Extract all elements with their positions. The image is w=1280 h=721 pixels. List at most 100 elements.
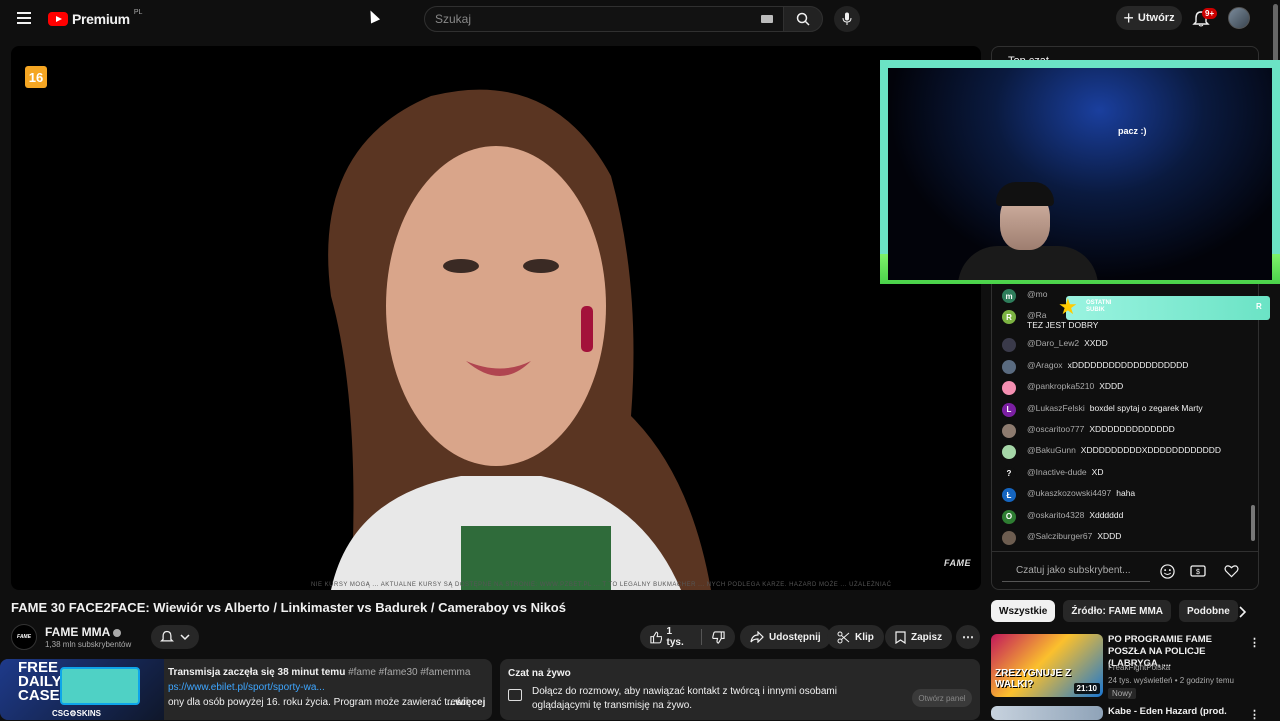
chat-avatar[interactable]	[1002, 338, 1016, 353]
case-box-image	[60, 667, 140, 705]
thumbs-up-icon	[650, 631, 663, 643]
chat-author[interactable]: @Salcziburger67	[1027, 531, 1092, 541]
more-options-icon[interactable]: ⋮	[1249, 708, 1260, 721]
chat-avatar[interactable]: R	[1002, 310, 1016, 325]
chat-avatar[interactable]: m	[1002, 289, 1016, 303]
chevron-down-icon	[180, 634, 190, 641]
chat-message-body: @pankropka5210 XDDD	[1027, 381, 1123, 391]
chat-avatar[interactable]	[1002, 381, 1016, 396]
chip-similar[interactable]: Podobne	[1179, 600, 1238, 622]
sponsor-thumbnail[interactable]: FREE DAILY CASE CSG⚙SKINS	[0, 659, 164, 720]
chat-author[interactable]: @BakuGunn	[1027, 445, 1076, 455]
more-options-icon[interactable]: ⋮	[1249, 636, 1260, 649]
streamer-webcam-overlay: pacz :)	[880, 60, 1280, 284]
chat-author[interactable]: @Ra	[1027, 310, 1047, 320]
video-title: FAME 30 FACE2FACE: Wiewiór vs Alberto / …	[11, 600, 566, 615]
related-meta: 24 tys. wyświetleń • 2 godziny temu	[1108, 676, 1234, 685]
description-box[interactable]: FREE DAILY CASE CSG⚙SKINS Transmisja zaczę…	[0, 659, 492, 720]
save-button[interactable]: Zapisz	[885, 625, 953, 649]
search-box[interactable]	[424, 6, 784, 32]
chat-avatar[interactable]	[1002, 423, 1016, 438]
chip-source[interactable]: Źródło: FAME MMA	[1063, 600, 1172, 622]
chat-message: @oscaritoo777 XDDDDDDDDDDDDD	[1002, 423, 1250, 445]
dislike-button[interactable]	[702, 625, 735, 649]
create-label: Utwórz	[1137, 12, 1175, 24]
chat-message: @Daro_Lew2 XXDD	[1002, 338, 1250, 359]
keyboard-icon[interactable]	[761, 15, 773, 23]
chat-avatar[interactable]: ?	[1002, 466, 1016, 481]
like-stream-button[interactable]	[1222, 562, 1240, 580]
chat-author[interactable]: @Daro_Lew2	[1027, 338, 1079, 348]
hashtags[interactable]: #fame #fame30 #famemma	[348, 667, 470, 678]
youtube-premium-logo[interactable]: Premium PL	[48, 9, 142, 29]
chat-scroll-thumb[interactable]	[1251, 505, 1255, 541]
money-icon: $	[1190, 565, 1206, 577]
chat-author[interactable]: @LukaszFelski	[1027, 403, 1085, 413]
related-thumbnail[interactable]	[991, 706, 1103, 720]
chat-author[interactable]: @Inactive-dude	[1027, 467, 1087, 477]
chat-author[interactable]: @oskarito4328	[1027, 510, 1084, 520]
notifications-badge: 9+	[1202, 8, 1218, 19]
save-label: Zapisz	[911, 631, 943, 643]
chat-avatar[interactable]: L	[1002, 402, 1016, 417]
chat-scrollbar[interactable]	[1251, 287, 1255, 551]
search-input[interactable]	[435, 12, 735, 26]
channel-name-row[interactable]: FAME MMA	[45, 625, 122, 639]
chat-message-body: @Salcziburger67 XDDD	[1027, 531, 1121, 541]
chat-avatar[interactable]	[1002, 530, 1016, 545]
chat-author[interactable]: @oscaritoo777	[1027, 424, 1084, 434]
chat-input[interactable]	[1002, 560, 1150, 582]
related-video-item[interactable]: ZREZYGNUJE Z WALKI? 21:10 PO PROGRAMIE F…	[991, 634, 1263, 704]
super-chat-button[interactable]: $	[1189, 562, 1207, 580]
mouse-cursor-icon	[365, 8, 381, 24]
more-icon: ⋯	[962, 630, 974, 644]
subscription-notification-button[interactable]	[151, 625, 199, 649]
chat-text: xDDDDDDDDDDDDDDDDDDD	[1067, 359, 1189, 370]
chip-all[interactable]: Wszystkie	[991, 600, 1056, 622]
chips-next-button[interactable]	[1234, 604, 1250, 620]
related-video-item[interactable]: Kabe - Eden Hazard (prod. ⋮	[991, 706, 1263, 721]
microphone-icon	[842, 12, 852, 25]
svg-text:$: $	[1196, 569, 1200, 576]
age-rating-badge: 16	[25, 66, 47, 88]
ticket-link[interactable]: ps://www.ebilet.pl/sport/sporty-wa...	[168, 682, 325, 693]
channel-name[interactable]: FAME MMA	[45, 625, 110, 639]
chat-message-body: @BakuGunn XDDDDDDDDDXDDDDDDDDDDDD	[1027, 445, 1221, 455]
share-button[interactable]: Udostępnij	[740, 625, 831, 649]
related-thumbnail[interactable]: ZREZYGNUJE Z WALKI? 21:10	[991, 634, 1103, 697]
like-button[interactable]: 1 tys.	[640, 625, 701, 649]
search-icon	[796, 12, 810, 26]
related-title[interactable]: Kabe - Eden Hazard (prod.	[1108, 706, 1238, 718]
voice-search-button[interactable]	[834, 6, 860, 32]
channel-avatar[interactable]: FAME	[11, 624, 37, 650]
alert-name: R	[1256, 302, 1262, 311]
create-button[interactable]: + Utwórz	[1116, 6, 1182, 30]
chat-message: @pankropka5210 XDDD	[1002, 381, 1250, 402]
search-button[interactable]	[783, 6, 823, 32]
related-channel[interactable]: FreakFightPolska	[1108, 663, 1170, 672]
open-panel-button[interactable]: Otwórz panel	[912, 689, 972, 707]
chat-avatar[interactable]	[1002, 445, 1016, 460]
emoji-button[interactable]	[1158, 562, 1176, 580]
chat-avatar[interactable]: Ł	[1002, 488, 1016, 503]
chat-author[interactable]: @mo	[1027, 289, 1047, 299]
chat-author[interactable]: @pankropka5210	[1027, 381, 1094, 391]
scrollbar-thumb[interactable]	[1273, 4, 1278, 64]
chat-avatar[interactable]	[1002, 359, 1016, 374]
video-player[interactable]: 16 FAME NIE KURSY MOGĄ ... AKTUALNE KURS…	[11, 46, 981, 590]
chat-author[interactable]: @ukaszkozowski4497	[1027, 488, 1111, 498]
chat-author[interactable]: @Aragox	[1027, 360, 1063, 370]
more-actions-button[interactable]: ⋯	[956, 625, 980, 649]
menu-icon[interactable]	[12, 9, 36, 29]
bookmark-icon	[895, 630, 906, 644]
bell-icon	[160, 630, 174, 642]
notifications-button[interactable]: 9+	[1192, 8, 1218, 30]
related-filter-chips: Wszystkie Źródło: FAME MMA Podobne	[991, 600, 1238, 622]
chat-text: XDDDDDDDDDXDDDDDDDDDDDD	[1080, 445, 1222, 456]
chat-avatar[interactable]: O	[1002, 509, 1016, 524]
streamer-shoulders	[958, 246, 1098, 280]
show-more-link[interactable]: ...więcej	[447, 697, 485, 708]
account-avatar[interactable]	[1228, 7, 1250, 29]
clip-button[interactable]: Klip	[827, 625, 884, 649]
live-chat-card: Czat na żywo Dołącz do rozmowy, aby nawi…	[500, 659, 980, 720]
